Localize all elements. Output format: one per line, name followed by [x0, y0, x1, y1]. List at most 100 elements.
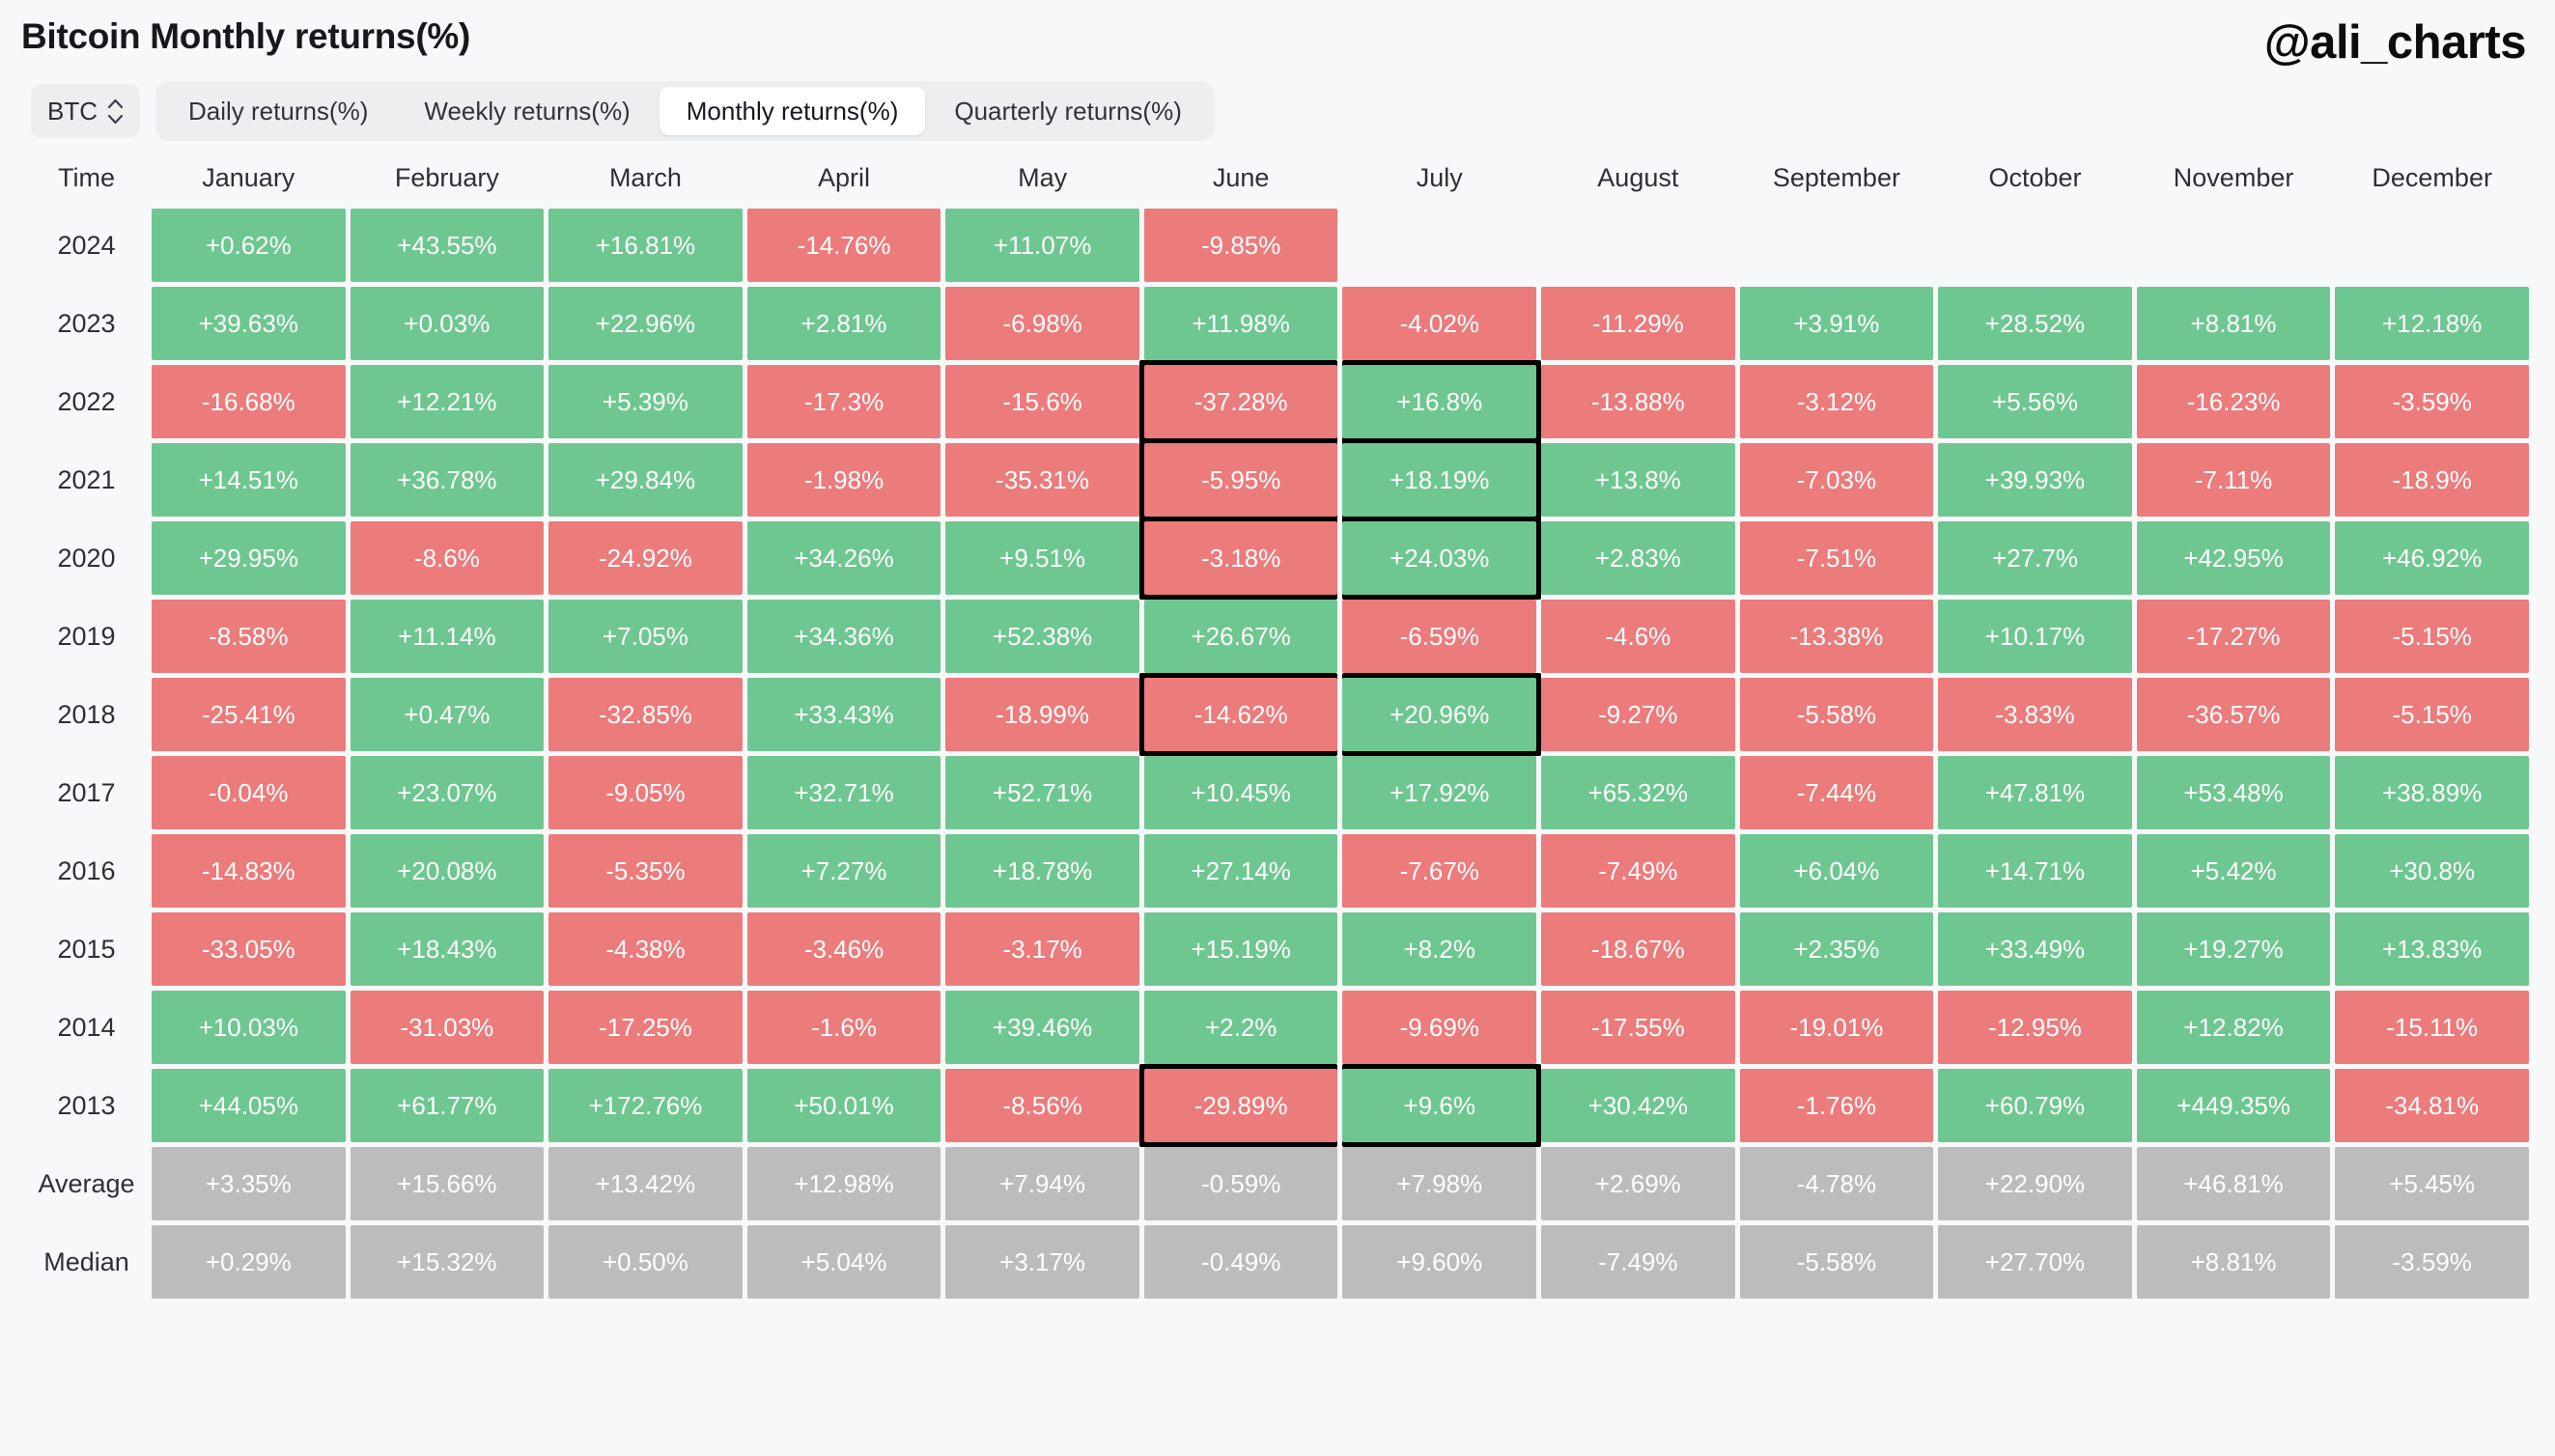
cell-2015-january[interactable]: -33.05%: [152, 912, 346, 986]
cell-2016-september[interactable]: +6.04%: [1739, 834, 1934, 908]
cell-2016-may[interactable]: +18.78%: [945, 834, 1139, 908]
cell-average-april[interactable]: +12.98%: [746, 1147, 941, 1220]
cell-2019-december[interactable]: -5.15%: [2335, 600, 2529, 673]
cell-2020-october[interactable]: +27.7%: [1938, 521, 2132, 595]
cell-median-february[interactable]: +15.32%: [350, 1225, 545, 1299]
cell-2013-april[interactable]: +50.01%: [746, 1069, 941, 1142]
cell-2024-april[interactable]: -14.76%: [746, 209, 941, 282]
cell-average-december[interactable]: +5.45%: [2335, 1147, 2529, 1220]
tab-daily-returns[interactable]: Daily returns(%): [161, 87, 395, 135]
cell-2014-january[interactable]: +10.03%: [152, 991, 346, 1064]
cell-median-november[interactable]: +8.81%: [2136, 1225, 2331, 1299]
cell-2020-march[interactable]: -24.92%: [548, 521, 743, 595]
cell-2020-june[interactable]: -3.18%: [1143, 521, 1338, 595]
cell-median-december[interactable]: -3.59%: [2335, 1225, 2529, 1299]
cell-2019-april[interactable]: +34.36%: [746, 600, 941, 673]
cell-2023-june[interactable]: +11.98%: [1143, 287, 1338, 360]
cell-average-march[interactable]: +13.42%: [548, 1147, 743, 1220]
cell-2016-march[interactable]: -5.35%: [548, 834, 743, 908]
cell-2017-november[interactable]: +53.48%: [2136, 756, 2331, 829]
cell-2018-august[interactable]: -9.27%: [1541, 678, 1735, 751]
cell-2019-march[interactable]: +7.05%: [548, 600, 743, 673]
cell-2016-june[interactable]: +27.14%: [1143, 834, 1338, 908]
cell-average-november[interactable]: +46.81%: [2136, 1147, 2331, 1220]
cell-2021-november[interactable]: -7.11%: [2136, 443, 2331, 517]
cell-2024-june[interactable]: -9.85%: [1143, 209, 1338, 282]
cell-2020-february[interactable]: -8.6%: [350, 521, 545, 595]
cell-2022-october[interactable]: +5.56%: [1938, 365, 2132, 438]
cell-2015-march[interactable]: -4.38%: [548, 912, 743, 986]
cell-2013-december[interactable]: -34.81%: [2335, 1069, 2529, 1142]
cell-2018-january[interactable]: -25.41%: [152, 678, 346, 751]
cell-2018-may[interactable]: -18.99%: [945, 678, 1139, 751]
cell-2021-july[interactable]: +18.19%: [1342, 443, 1537, 517]
cell-2016-july[interactable]: -7.67%: [1342, 834, 1537, 908]
cell-2018-march[interactable]: -32.85%: [548, 678, 743, 751]
cell-2016-august[interactable]: -7.49%: [1541, 834, 1735, 908]
cell-2022-june[interactable]: -37.28%: [1143, 365, 1338, 438]
tab-quarterly-returns[interactable]: Quarterly returns(%): [927, 87, 1209, 135]
cell-2019-june[interactable]: +26.67%: [1143, 600, 1338, 673]
cell-2022-november[interactable]: -16.23%: [2136, 365, 2331, 438]
cell-2017-september[interactable]: -7.44%: [1739, 756, 1934, 829]
cell-2016-december[interactable]: +30.8%: [2335, 834, 2529, 908]
cell-2014-july[interactable]: -9.69%: [1342, 991, 1537, 1064]
cell-2017-may[interactable]: +52.71%: [945, 756, 1139, 829]
cell-2017-june[interactable]: +10.45%: [1143, 756, 1338, 829]
cell-2015-june[interactable]: +15.19%: [1143, 912, 1338, 986]
cell-2013-june[interactable]: -29.89%: [1143, 1069, 1338, 1142]
cell-average-may[interactable]: +7.94%: [945, 1147, 1139, 1220]
cell-2024-march[interactable]: +16.81%: [548, 209, 743, 282]
cell-2017-october[interactable]: +47.81%: [1938, 756, 2132, 829]
cell-2022-december[interactable]: -3.59%: [2335, 365, 2529, 438]
cell-2021-october[interactable]: +39.93%: [1938, 443, 2132, 517]
cell-2014-may[interactable]: +39.46%: [945, 991, 1139, 1064]
cell-2020-january[interactable]: +29.95%: [152, 521, 346, 595]
cell-2023-september[interactable]: +3.91%: [1739, 287, 1934, 360]
cell-median-july[interactable]: +9.60%: [1342, 1225, 1537, 1299]
cell-2014-april[interactable]: -1.6%: [746, 991, 941, 1064]
cell-2023-february[interactable]: +0.03%: [350, 287, 545, 360]
cell-2019-september[interactable]: -13.38%: [1739, 600, 1934, 673]
cell-2023-january[interactable]: +39.63%: [152, 287, 346, 360]
cell-2017-february[interactable]: +23.07%: [350, 756, 545, 829]
cell-2013-january[interactable]: +44.05%: [152, 1069, 346, 1142]
cell-2024-january[interactable]: +0.62%: [152, 209, 346, 282]
tab-monthly-returns[interactable]: Monthly returns(%): [659, 87, 926, 135]
cell-2018-september[interactable]: -5.58%: [1739, 678, 1934, 751]
cell-average-february[interactable]: +15.66%: [350, 1147, 545, 1220]
cell-2021-february[interactable]: +36.78%: [350, 443, 545, 517]
cell-2016-february[interactable]: +20.08%: [350, 834, 545, 908]
cell-2018-april[interactable]: +33.43%: [746, 678, 941, 751]
cell-average-september[interactable]: -4.78%: [1739, 1147, 1934, 1220]
cell-median-october[interactable]: +27.70%: [1938, 1225, 2132, 1299]
cell-2024-may[interactable]: +11.07%: [945, 209, 1139, 282]
cell-2013-may[interactable]: -8.56%: [945, 1069, 1139, 1142]
cell-2015-october[interactable]: +33.49%: [1938, 912, 2132, 986]
cell-2021-april[interactable]: -1.98%: [746, 443, 941, 517]
cell-2021-december[interactable]: -18.9%: [2335, 443, 2529, 517]
cell-average-august[interactable]: +2.69%: [1541, 1147, 1735, 1220]
cell-2013-november[interactable]: +449.35%: [2136, 1069, 2331, 1142]
cell-2023-july[interactable]: -4.02%: [1342, 287, 1537, 360]
cell-2018-february[interactable]: +0.47%: [350, 678, 545, 751]
cell-2014-june[interactable]: +2.2%: [1143, 991, 1338, 1064]
cell-2015-february[interactable]: +18.43%: [350, 912, 545, 986]
cell-2019-february[interactable]: +11.14%: [350, 600, 545, 673]
cell-2013-march[interactable]: +172.76%: [548, 1069, 743, 1142]
cell-2018-june[interactable]: -14.62%: [1143, 678, 1338, 751]
cell-2023-october[interactable]: +28.52%: [1938, 287, 2132, 360]
cell-2021-august[interactable]: +13.8%: [1541, 443, 1735, 517]
cell-2021-march[interactable]: +29.84%: [548, 443, 743, 517]
cell-2018-november[interactable]: -36.57%: [2136, 678, 2331, 751]
cell-2023-march[interactable]: +22.96%: [548, 287, 743, 360]
cell-2022-july[interactable]: +16.8%: [1342, 365, 1537, 438]
cell-2017-july[interactable]: +17.92%: [1342, 756, 1537, 829]
cell-2022-march[interactable]: +5.39%: [548, 365, 743, 438]
cell-2013-july[interactable]: +9.6%: [1342, 1069, 1537, 1142]
cell-2016-october[interactable]: +14.71%: [1938, 834, 2132, 908]
cell-2023-may[interactable]: -6.98%: [945, 287, 1139, 360]
cell-median-june[interactable]: -0.49%: [1143, 1225, 1338, 1299]
cell-median-september[interactable]: -5.58%: [1739, 1225, 1934, 1299]
cell-2020-august[interactable]: +2.83%: [1541, 521, 1735, 595]
